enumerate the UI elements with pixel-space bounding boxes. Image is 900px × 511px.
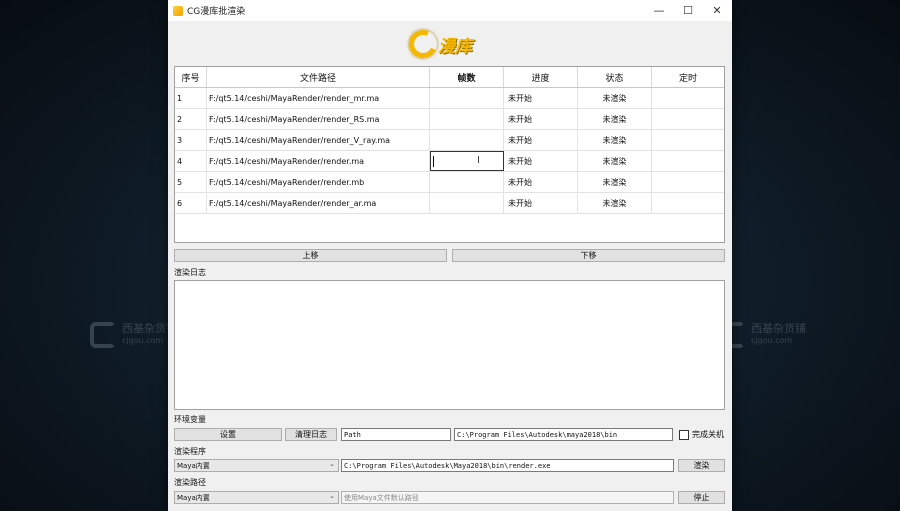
cell-progress[interactable]: 未开始 (504, 88, 578, 108)
cell-progress[interactable]: 未开始 (504, 172, 578, 192)
text-caret (433, 156, 434, 167)
header-status[interactable]: 状态 (578, 67, 652, 87)
cell-timer[interactable] (652, 193, 724, 213)
cell-frames[interactable] (430, 109, 504, 129)
table-row[interactable]: 4 F:/qt5.14/ceshi/MayaRender/render.ma I… (175, 151, 724, 172)
maximize-button[interactable]: ☐ (673, 0, 703, 21)
render-log-textarea[interactable] (174, 280, 725, 410)
cell-progress[interactable]: 未开始 (504, 109, 578, 129)
settings-button[interactable]: 设置 (174, 428, 282, 441)
cell-path[interactable]: F:/qt5.14/ceshi/MayaRender/render_ar.ma (207, 193, 430, 213)
cell-frames-editor[interactable]: I (430, 151, 504, 171)
watermark-logo-icon (90, 322, 116, 348)
cell-timer[interactable] (652, 88, 724, 108)
render-path-label: 渲染路径 (174, 478, 206, 487)
close-button[interactable]: ✕ (702, 0, 732, 21)
file-table: 序号 文件路径 帧数 进度 状态 定时 1 F:/qt5.14/ceshi/Ma… (174, 66, 725, 243)
cell-status[interactable]: 未渲染 (578, 88, 652, 108)
logo-g-icon (405, 26, 441, 62)
render-path-select[interactable]: Maya内置 ⌄ (174, 491, 339, 504)
cell-index[interactable]: 1 (175, 88, 207, 108)
cell-status[interactable]: 未渲染 (578, 109, 652, 129)
table-row[interactable]: 5 F:/qt5.14/ceshi/MayaRender/render.mb 未… (175, 172, 724, 193)
app-logo: 漫库 (405, 26, 491, 62)
render-path-select-value: Maya内置 (177, 493, 210, 502)
chevron-down-icon: ⌄ (329, 492, 335, 500)
move-down-button[interactable]: 下移 (452, 249, 725, 262)
header-frames[interactable]: 帧数 (430, 67, 504, 87)
header-progress[interactable]: 进度 (504, 67, 578, 87)
app-icon (173, 5, 183, 16)
watermark: 西基杂货铺cjgou.com (90, 322, 177, 348)
cell-path[interactable]: F:/qt5.14/ceshi/MayaRender/render_mr.ma (207, 88, 430, 108)
program-label: 渲染程序 (174, 447, 206, 456)
logo-text: 漫库 (438, 36, 472, 57)
cell-index[interactable]: 5 (175, 172, 207, 192)
header-path[interactable]: 文件路径 (207, 67, 430, 87)
table-row[interactable]: 2 F:/qt5.14/ceshi/MayaRender/render_RS.m… (175, 109, 724, 130)
env-value-input[interactable]: C:\Program Files\Autodesk\maya2018\bin (454, 428, 673, 441)
render-button[interactable]: 渲染 (678, 459, 725, 472)
header-timer[interactable]: 定时 (652, 67, 724, 87)
chevron-down-icon: ⌄ (329, 460, 335, 468)
move-up-button[interactable]: 上移 (174, 249, 447, 262)
clear-log-button[interactable]: 清理日志 (285, 428, 337, 441)
cell-index[interactable]: 3 (175, 130, 207, 150)
cell-timer[interactable] (652, 130, 724, 150)
program-path-input[interactable]: C:\Program Files\Autodesk\Maya2018\bin\r… (341, 459, 674, 472)
program-select-value: Maya内置 (177, 461, 210, 470)
env-label: 环境变量 (174, 415, 206, 424)
cell-timer[interactable] (652, 151, 724, 171)
minimize-button[interactable]: — (644, 0, 674, 21)
env-name-input[interactable]: Path (341, 428, 451, 441)
stop-button[interactable]: 停止 (678, 491, 725, 504)
watermark-domain: cjgou.com (751, 336, 793, 345)
table-row[interactable]: 6 F:/qt5.14/ceshi/MayaRender/render_ar.m… (175, 193, 724, 214)
title-bar[interactable]: CG漫库批渲染 — ☐ ✕ (168, 0, 732, 21)
table-row[interactable]: 1 F:/qt5.14/ceshi/MayaRender/render_mr.m… (175, 88, 724, 109)
cell-status[interactable]: 未渲染 (578, 193, 652, 213)
cell-path[interactable]: F:/qt5.14/ceshi/MayaRender/render_V_ray.… (207, 130, 430, 150)
app-window: CG漫库批渲染 — ☐ ✕ 漫库 序号 文件路径 帧数 进度 状态 定时 1 F… (168, 0, 732, 511)
watermark-name: 西基杂货铺 (751, 322, 806, 335)
shutdown-checkbox[interactable]: 完成关机 (679, 429, 724, 440)
cell-path[interactable]: F:/qt5.14/ceshi/MayaRender/render_RS.ma (207, 109, 430, 129)
cell-index[interactable]: 2 (175, 109, 207, 129)
cell-status[interactable]: 未渲染 (578, 151, 652, 171)
table-row[interactable]: 3 F:/qt5.14/ceshi/MayaRender/render_V_ra… (175, 130, 724, 151)
header-index[interactable]: 序号 (175, 67, 207, 87)
ibeam-cursor-icon: I (477, 155, 480, 166)
program-select[interactable]: Maya内置 ⌄ (174, 459, 339, 472)
cell-progress[interactable]: 未开始 (504, 151, 578, 171)
render-log-label: 渲染日志 (174, 268, 206, 277)
watermark: 西基杂货铺cjgou.com (719, 322, 806, 348)
cell-path[interactable]: F:/qt5.14/ceshi/MayaRender/render.mb (207, 172, 430, 192)
cell-timer[interactable] (652, 172, 724, 192)
cell-progress[interactable]: 未开始 (504, 130, 578, 150)
cell-frames[interactable] (430, 88, 504, 108)
render-path-input[interactable]: 使用Maya文件默认路径 (341, 491, 674, 504)
cell-frames[interactable] (430, 172, 504, 192)
window-title: CG漫库批渲染 (187, 7, 246, 17)
shutdown-label: 完成关机 (692, 430, 724, 439)
cell-path[interactable]: F:/qt5.14/ceshi/MayaRender/render.ma (207, 151, 430, 171)
cell-timer[interactable] (652, 109, 724, 129)
cell-index[interactable]: 6 (175, 193, 207, 213)
cell-status[interactable]: 未渲染 (578, 172, 652, 192)
cell-frames[interactable] (430, 130, 504, 150)
cell-status[interactable]: 未渲染 (578, 130, 652, 150)
cell-frames[interactable] (430, 193, 504, 213)
table-header: 序号 文件路径 帧数 进度 状态 定时 (175, 67, 724, 88)
checkbox-box[interactable] (679, 429, 689, 440)
cell-progress[interactable]: 未开始 (504, 193, 578, 213)
cell-index[interactable]: 4 (175, 151, 207, 171)
